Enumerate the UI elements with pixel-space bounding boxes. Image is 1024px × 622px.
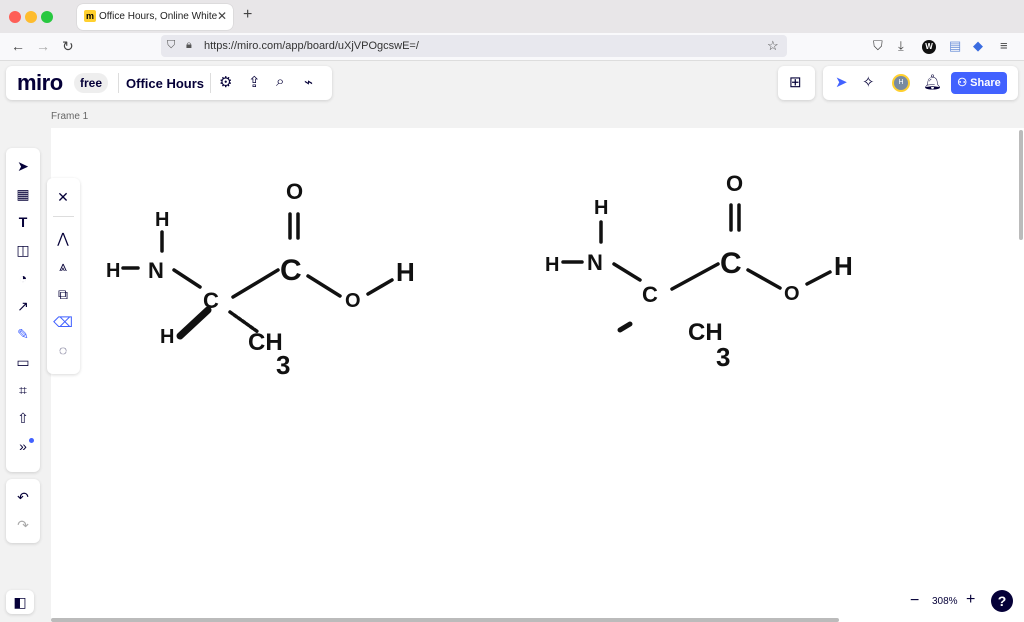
bond-right-C-O (746, 268, 782, 290)
bond-right-C-O-double (729, 203, 741, 232)
history-panel: ↶ ↷ (6, 479, 40, 543)
export-upload-icon[interactable]: ⇪ (248, 73, 261, 91)
sidebar-toggle-icon: ◧ (13, 594, 27, 610)
share-label: Share (970, 77, 1001, 89)
new-tools-dot (29, 438, 34, 443)
atom-right-sub3: 3 (716, 342, 730, 372)
integrations-plug-icon[interactable]: ⌁ (304, 73, 313, 91)
zoom-level[interactable]: 308% (932, 596, 958, 607)
upload-icon[interactable]: ⇧ (12, 408, 34, 428)
highlighter-icon[interactable]: ⩓ (52, 256, 74, 276)
share-users-icon: ⚇ (957, 77, 971, 89)
bond-right-O-H (805, 270, 832, 286)
connection-line-icon[interactable]: ↗ (12, 296, 34, 316)
vertical-scrollbar[interactable] (1019, 130, 1023, 240)
share-button[interactable]: ⚇ Share (951, 72, 1007, 94)
cursor-follow-icon[interactable]: ➤ (835, 73, 848, 91)
notifications-bell-icon[interactable]: 🔔︎ (923, 73, 942, 91)
bond-left-C-C (231, 268, 280, 299)
atom-left-top-O: O (286, 179, 303, 204)
atom-right-H-top: H (594, 197, 608, 219)
horizontal-scrollbar[interactable] (51, 618, 839, 622)
templates-icon[interactable]: ▦ (12, 184, 34, 204)
smart-drawing-icon[interactable]: ⧉ (52, 284, 74, 304)
atom-right-H-right: H (834, 251, 853, 281)
atom-right-N: N (587, 250, 603, 275)
atom-right-carbonyl-C: C (720, 247, 742, 280)
comment-icon[interactable]: ▭ (12, 352, 34, 372)
board-title[interactable]: Office Hours (126, 76, 204, 91)
atom-left-O-right: O (345, 290, 361, 312)
bond-right-C-C (670, 262, 720, 291)
divider (118, 73, 119, 93)
pen-tool-icon[interactable]: ✎ (12, 324, 34, 344)
atom-left-sub3: 3 (276, 350, 290, 380)
pen-sub-toolbar: ✕ ⋀ ⩓ ⧉ ⌫ ◌ (47, 178, 80, 374)
board-header-panel: miro free Office Hours ⚙ ⇪ ⌕ ⌁ (6, 66, 332, 100)
undo-icon[interactable]: ↶ (12, 487, 34, 507)
settings-gear-icon[interactable]: ⚙ (219, 73, 232, 91)
pen-icon[interactable]: ⋀ (52, 228, 74, 248)
zoom-out-icon[interactable]: − (910, 592, 919, 610)
bond-left-C-O-double (288, 212, 300, 240)
avatar[interactable]: H (892, 74, 910, 92)
atom-left-H-wedge: H (160, 326, 174, 348)
atom-left-alpha-C: C (203, 288, 219, 313)
shapes-icon[interactable]: ◔ (12, 268, 34, 288)
atom-right-top-O: O (726, 171, 743, 196)
plan-badge[interactable]: free (74, 73, 109, 93)
eraser-icon[interactable]: ⌫ (52, 312, 74, 332)
divider (53, 216, 74, 217)
search-icon[interactable]: ⌕ (276, 73, 284, 90)
apps-grid-icon[interactable]: ⊞ (789, 73, 802, 91)
bond-right-N-C (612, 262, 642, 282)
select-cursor-icon[interactable]: ➤ (12, 156, 34, 176)
celebrate-icon[interactable]: ✧ (862, 73, 875, 91)
atom-right-H-left: H (545, 254, 559, 276)
bond-left-wedge (176, 306, 212, 340)
zoom-in-icon[interactable]: + (966, 591, 975, 609)
atom-right-alpha-C: C (642, 282, 658, 307)
main-toolbar: ➤ ▦ T ◫ ◔ ↗ ✎ ▭ ⌗ ⇧ » (6, 148, 40, 472)
bond-left-N-C (172, 268, 202, 289)
atom-left-H-right: H (396, 257, 415, 287)
atom-left-H-left: H (106, 260, 120, 282)
divider (210, 73, 211, 93)
help-button[interactable]: ? (991, 590, 1013, 612)
apps-panel: ⊞ (778, 66, 815, 100)
board-panel-toggle[interactable]: ◧ (6, 590, 34, 614)
text-tool-icon[interactable]: T (12, 212, 34, 232)
redo-icon[interactable]: ↷ (12, 515, 34, 535)
atom-left-carbonyl-C: C (280, 254, 302, 287)
lasso-icon[interactable]: ◌ (52, 340, 74, 360)
atom-left-N: N (148, 258, 164, 283)
bond-right-wedge-mark (617, 321, 633, 333)
sticky-note-icon[interactable]: ◫ (12, 240, 34, 260)
bond-left-O-H (366, 278, 394, 296)
close-icon[interactable]: ✕ (52, 187, 74, 207)
miro-logo[interactable]: miro (17, 70, 63, 96)
bond-left-C-O (306, 274, 342, 298)
atom-right-O-right: O (784, 283, 800, 305)
frame-tool-icon[interactable]: ⌗ (12, 380, 34, 400)
atom-left-H-top: H (155, 209, 169, 231)
